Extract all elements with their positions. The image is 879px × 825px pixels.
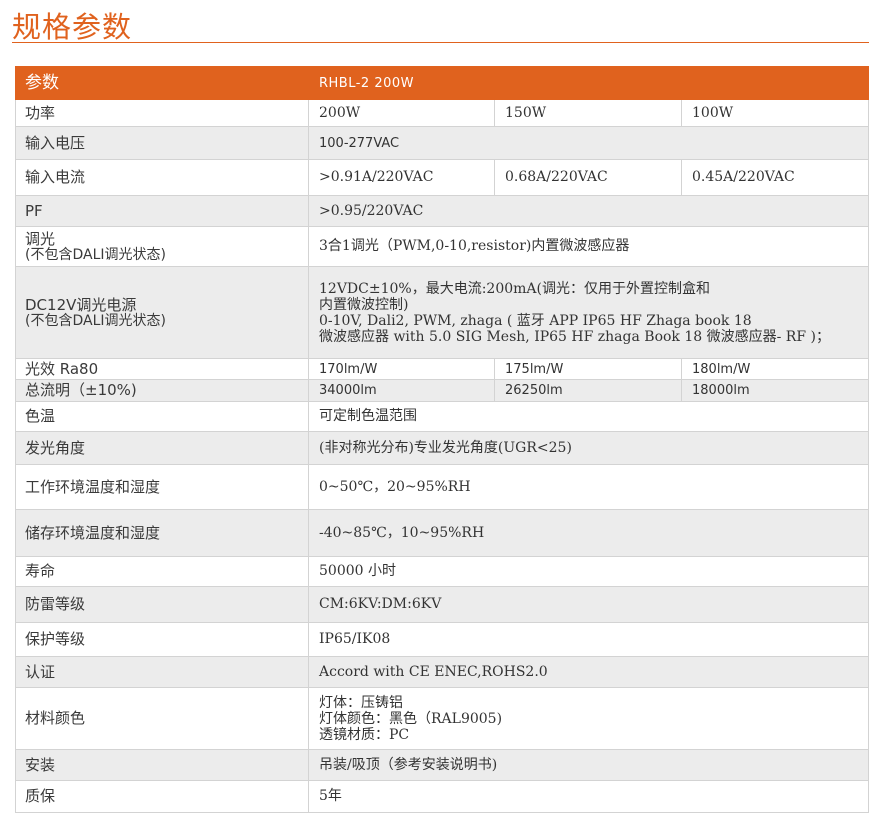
cell-value: 12VDC±10%，最大电流:200mA(调光：仅用于外置控制盒和 内置微波控制… <box>307 266 870 359</box>
table-row-dc12v: DC12V调光电源 (不包含DALI调光状态) 12VDC±10%，最大电流:2… <box>15 266 870 359</box>
cell-value: 170lm/W <box>308 358 495 380</box>
table-row-power: 功率 200W 150W 100W <box>15 99 870 127</box>
table-row-warranty: 质保 5年 <box>15 780 870 813</box>
table-row-storage-env: 储存环境温度和湿度 -40~85℃，10~95%RH <box>15 509 870 557</box>
table-row-flux: 总流明（±10%) 34000lm 26250lm 18000lm <box>15 379 870 402</box>
text-line: 12VDC±10%，最大电流:200mA(调光：仅用于外置控制盒和 <box>319 280 710 297</box>
cell-value: 3合1调光（PWM,0-10,resistor)内置微波感应器 <box>307 226 870 267</box>
table-row-life: 寿命 50000 小时 <box>15 556 870 587</box>
cell-value: 0.45A/220VAC <box>680 159 870 196</box>
table-row-input-current: 输入电流 >0.91A/220VAC 0.68A/220VAC 0.45A/22… <box>15 159 870 196</box>
row-label: 色温 <box>15 401 309 432</box>
cell-value: 100-277VAC <box>307 126 870 160</box>
table-row-input-voltage: 输入电压 100-277VAC <box>15 126 870 160</box>
cell-value: 200W <box>308 99 495 127</box>
row-label: 功率 <box>15 99 309 127</box>
table-row-material: 材料颜色 灯体：压铸铝 灯体颜色：黑色（RAL9005) 透镜材质：PC <box>15 687 870 750</box>
cell-value: 100W <box>680 99 870 127</box>
text-line: 微波感应器 with 5.0 SIG Mesh, IP65 HF zhaga B… <box>319 328 830 345</box>
table-row-certification: 认证 Accord with CE ENEC,ROHS2.0 <box>15 656 870 688</box>
text-line: 内置微波控制) <box>319 296 409 313</box>
row-label: 总流明（±10%) <box>15 379 309 402</box>
cell-value: 灯体：压铸铝 灯体颜色：黑色（RAL9005) 透镜材质：PC <box>307 687 870 750</box>
table-row-protection: 保护等级 IP65/IK08 <box>15 622 870 657</box>
table-row-dimming: 调光 (不包含DALI调光状态) 3合1调光（PWM,0-10,resistor… <box>15 226 870 267</box>
cell-value: 175lm/W <box>494 358 682 380</box>
table-row-beam: 发光角度 (非对称光分布)专业发光角度(UGR<25) <box>15 431 870 465</box>
row-label: 储存环境温度和湿度 <box>15 509 309 557</box>
page-title: 规格参数 <box>12 10 133 44</box>
row-label: 安装 <box>15 749 309 781</box>
row-label: PF <box>15 195 309 227</box>
row-label-main: 调光 <box>25 229 56 248</box>
spec-table: 参数 RHBL-2 200W 功率 200W 150W 100W 输入电压 10… <box>15 66 870 813</box>
cell-value: 150W <box>494 99 682 127</box>
row-label: 工作环境温度和湿度 <box>15 464 309 510</box>
table-row-efficacy: 光效 Ra80 170lm/W 175lm/W 180lm/W <box>15 358 870 380</box>
row-label: 光效 Ra80 <box>15 358 309 380</box>
cell-value: >0.91A/220VAC <box>308 159 495 196</box>
row-label: 输入电流 <box>15 159 309 196</box>
cell-value: 可定制色温范围 <box>307 401 870 432</box>
row-label: 材料颜色 <box>15 687 309 750</box>
cell-value: 34000lm <box>308 379 495 402</box>
row-label: 保护等级 <box>15 622 309 657</box>
row-label-note: (不包含DALI调光状态) <box>25 312 166 329</box>
row-label: 质保 <box>15 780 309 813</box>
row-label: 寿命 <box>15 556 309 587</box>
cell-value: (非对称光分布)专业发光角度(UGR<25) <box>307 431 870 465</box>
header-model: RHBL-2 200W <box>307 66 870 100</box>
table-row-install: 安装 吊装/吸顶（参考安装说明书) <box>15 749 870 781</box>
cell-value: -40~85℃，10~95%RH <box>307 509 870 557</box>
cell-value: CM:6KV:DM:6KV <box>307 586 870 623</box>
table-row-work-env: 工作环境温度和湿度 0~50℃，20~95%RH <box>15 464 870 510</box>
table-row-surge: 防雷等级 CM:6KV:DM:6KV <box>15 586 870 623</box>
cell-value: 吊装/吸顶（参考安装说明书) <box>307 749 870 781</box>
cell-value: IP65/IK08 <box>307 622 870 657</box>
table-row-pf: PF >0.95/220VAC <box>15 195 870 227</box>
text-line: 灯体颜色：黑色（RAL9005) <box>319 710 503 727</box>
text-line: 0-10V, Dali2, PWM, zhaga ( 蓝牙 APP IP65 H… <box>319 312 752 329</box>
row-label-note: (不包含DALI调光状态) <box>25 246 166 263</box>
cell-value: Accord with CE ENEC,ROHS2.0 <box>307 656 870 688</box>
row-label: 认证 <box>15 656 309 688</box>
table-header-row: 参数 RHBL-2 200W <box>15 66 870 100</box>
header-param-label: 参数 <box>15 66 309 100</box>
cell-value: 0~50℃，20~95%RH <box>307 464 870 510</box>
cell-value: 18000lm <box>680 379 870 402</box>
cell-value: 180lm/W <box>680 358 870 380</box>
cell-value: 0.68A/220VAC <box>494 159 682 196</box>
cell-value: >0.95/220VAC <box>307 195 870 227</box>
row-label: 调光 (不包含DALI调光状态) <box>15 226 309 267</box>
text-line: 灯体：压铸铝 <box>319 694 403 711</box>
table-row-cct: 色温 可定制色温范围 <box>15 401 870 432</box>
title-divider <box>12 42 869 43</box>
text-line: 透镜材质：PC <box>319 726 410 743</box>
row-label-main: DC12V调光电源 <box>25 295 137 314</box>
row-label: 输入电压 <box>15 126 309 160</box>
row-label: 防雷等级 <box>15 586 309 623</box>
cell-value: 50000 小时 <box>307 556 870 587</box>
cell-value: 5年 <box>307 780 870 813</box>
cell-value: 26250lm <box>494 379 682 402</box>
row-label: 发光角度 <box>15 431 309 465</box>
row-label: DC12V调光电源 (不包含DALI调光状态) <box>15 266 309 359</box>
